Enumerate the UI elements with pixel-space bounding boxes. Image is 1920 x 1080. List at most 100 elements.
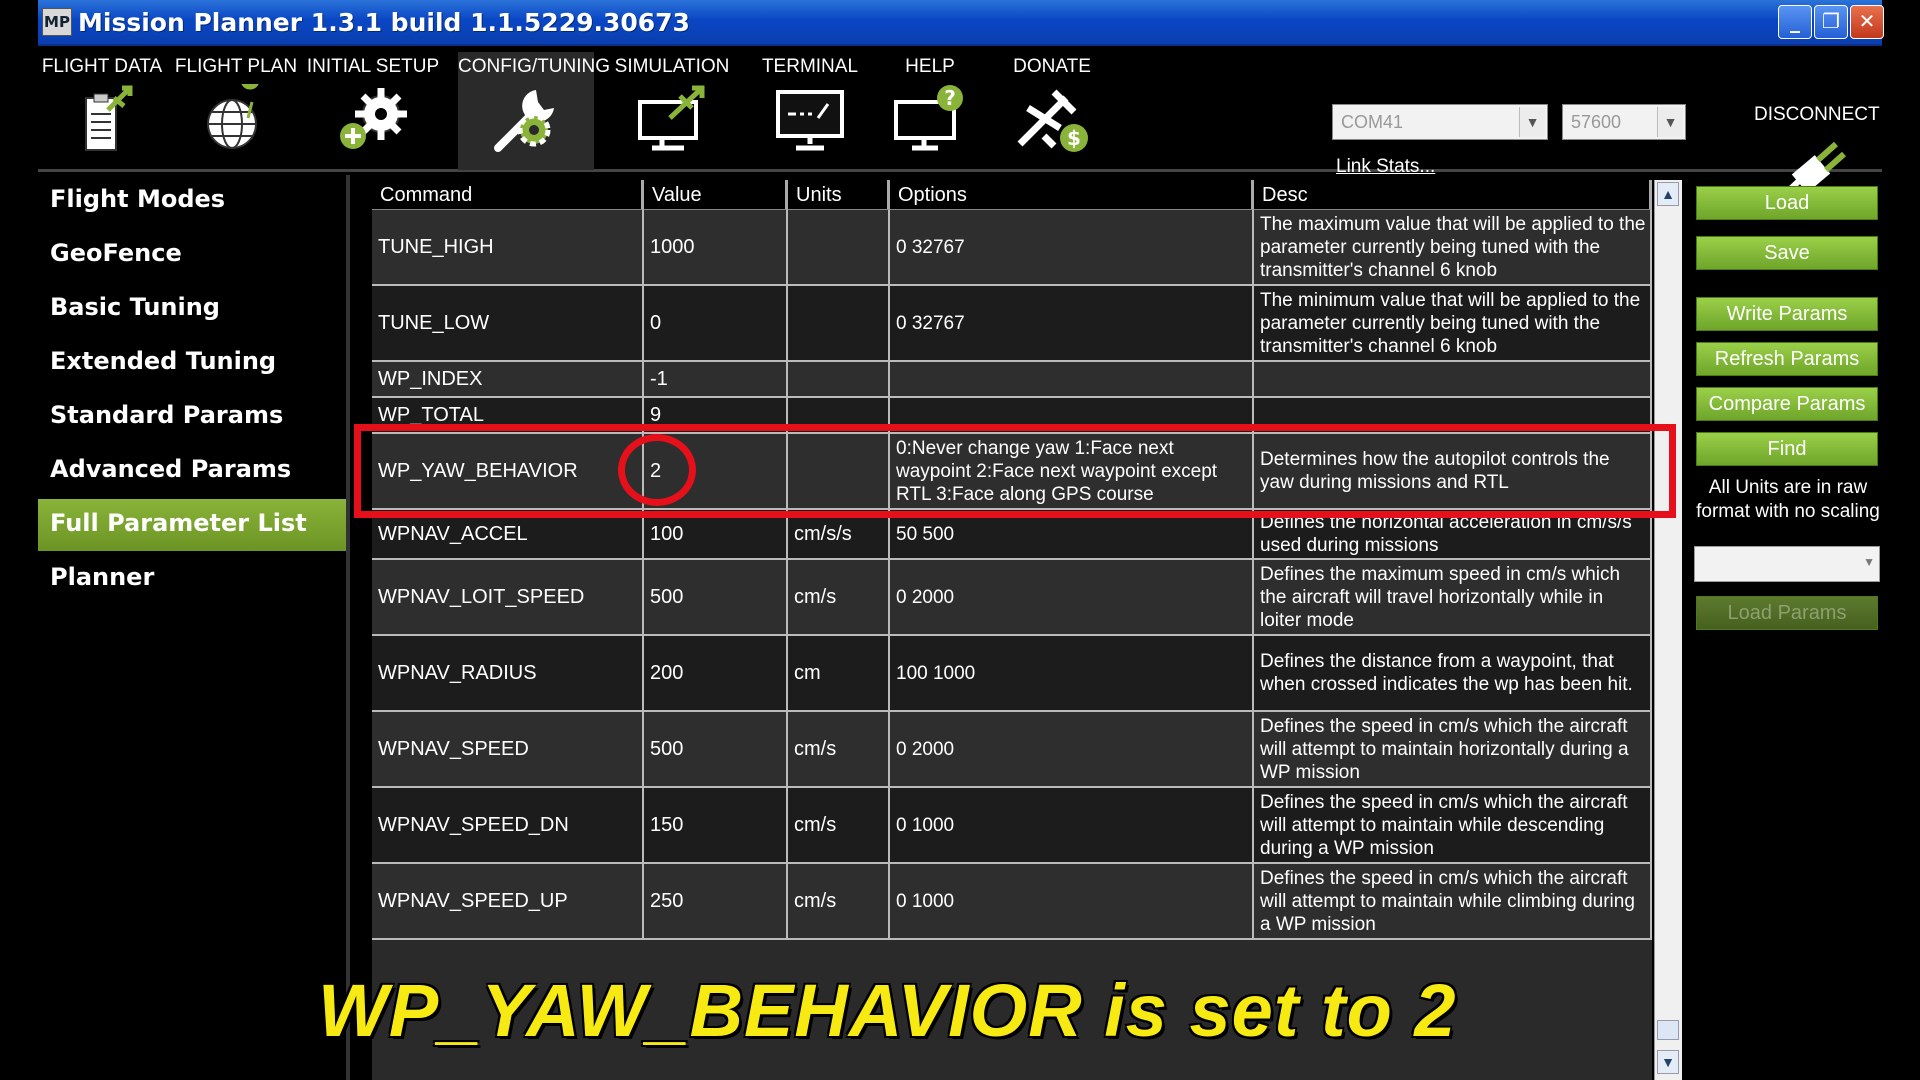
table-row[interactable]: TUNE_LOW 0 0 32767 The minimum value tha… (372, 286, 1652, 362)
monitor-plane-icon (638, 85, 705, 151)
sidebar-item-advanced-params[interactable]: Advanced Params (38, 445, 348, 497)
menu-flight-plan[interactable]: FLIGHT PLAN (174, 52, 298, 170)
menu-donate[interactable]: DONATE $ (990, 52, 1114, 170)
cell-value[interactable]: 0 (644, 286, 788, 360)
cell-value[interactable]: 9 (644, 398, 788, 432)
column-header-value[interactable]: Value (644, 180, 788, 210)
cell-desc: Defines the maximum speed in cm/s which … (1254, 560, 1652, 634)
cell-command: WPNAV_ACCEL (372, 510, 644, 558)
menu-help[interactable]: HELP ? (878, 52, 982, 170)
cell-command: TUNE_LOW (372, 286, 644, 360)
cell-options: 0 32767 (890, 286, 1254, 360)
write-params-button[interactable]: Write Params (1696, 297, 1878, 331)
svg-text:$: $ (1067, 126, 1081, 150)
cell-options: 0 1000 (890, 788, 1254, 862)
sidebar-item-planner[interactable]: Planner (38, 553, 348, 605)
scroll-thumb[interactable] (1657, 1020, 1679, 1040)
sidebar-item-full-parameter-list[interactable]: Full Parameter List (38, 499, 348, 551)
cell-units: cm/s (788, 864, 890, 938)
table-row[interactable]: WP_INDEX -1 (372, 362, 1652, 398)
cell-command: WP_TOTAL (372, 398, 644, 432)
disconnect-label[interactable]: DISCONNECT (1754, 104, 1880, 126)
column-header-desc[interactable]: Desc (1254, 180, 1652, 210)
sidebar-item-standard-params[interactable]: Standard Params (38, 391, 348, 443)
table-row[interactable]: WPNAV_ACCEL 100 cm/s/s 50 500 Defines th… (372, 510, 1652, 560)
sidebar-item-basic-tuning[interactable]: Basic Tuning (38, 283, 348, 335)
chevron-down-icon: ▼ (1863, 555, 1875, 569)
cell-value[interactable]: 500 (644, 712, 788, 786)
table-row-selected[interactable]: WP_YAW_BEHAVIOR 2 0:Never change yaw 1:F… (372, 434, 1652, 510)
compare-params-button[interactable]: Compare Params (1696, 387, 1878, 421)
find-button[interactable]: Find (1696, 432, 1878, 466)
cell-options: 0 32767 (890, 210, 1254, 284)
param-file-select[interactable]: ▼ (1694, 546, 1880, 582)
title-bar[interactable]: MP Mission Planner 1.3.1 build 1.1.5229.… (38, 0, 1884, 46)
cell-value[interactable]: 150 (644, 788, 788, 862)
menu-simulation[interactable]: SIMULATION (602, 52, 742, 170)
cell-desc: Defines the horizontal acceleration in c… (1254, 510, 1652, 558)
sidebar-item-extended-tuning[interactable]: Extended Tuning (38, 337, 348, 389)
cell-options: 0:Never change yaw 1:Face next waypoint … (890, 434, 1254, 508)
port-select[interactable]: COM41 ▼ (1332, 104, 1548, 140)
cell-value[interactable]: 250 (644, 864, 788, 938)
menu-label: FLIGHT DATA (41, 56, 163, 77)
menu-initial-setup[interactable]: INITIAL SETUP (306, 52, 440, 170)
table-scrollbar[interactable]: ▲ ▼ (1654, 180, 1682, 1080)
cell-value[interactable]: 2 (644, 434, 788, 508)
cell-units (788, 286, 890, 360)
baud-select[interactable]: 57600 ▼ (1562, 104, 1686, 140)
monitor-help-icon: ? (894, 85, 963, 151)
cell-desc: Defines the speed in cm/s which the airc… (1254, 864, 1652, 938)
column-header-units[interactable]: Units (788, 180, 890, 210)
sidebar-item-flight-modes[interactable]: Flight Modes (38, 175, 348, 227)
cell-value[interactable]: 1000 (644, 210, 788, 284)
cell-value[interactable]: 100 (644, 510, 788, 558)
port-value: COM41 (1341, 112, 1404, 132)
parameter-table[interactable]: Command Value Units Options Desc TUNE_HI… (372, 180, 1652, 1080)
monitor-terminal-icon (776, 90, 844, 151)
cell-value[interactable]: 200 (644, 636, 788, 710)
screen: MP Mission Planner 1.3.1 build 1.1.5229.… (0, 0, 1920, 1080)
table-row[interactable]: WPNAV_SPEED_DN 150 cm/s 0 1000 Defines t… (372, 788, 1652, 864)
menu-terminal[interactable]: TERMINAL (750, 52, 870, 170)
close-button[interactable]: ✕ (1850, 5, 1884, 39)
cell-desc: Defines the speed in cm/s which the airc… (1254, 788, 1652, 862)
cell-command: WPNAV_RADIUS (372, 636, 644, 710)
table-row[interactable]: WPNAV_SPEED 500 cm/s 0 2000 Defines the … (372, 712, 1652, 788)
maximize-button[interactable]: ❐ (1814, 5, 1848, 39)
refresh-params-button[interactable]: Refresh Params (1696, 342, 1878, 376)
menu-label: CONFIG/TUNING (458, 56, 610, 77)
save-button[interactable]: Save (1696, 236, 1878, 270)
window-title: Mission Planner 1.3.1 build 1.1.5229.306… (78, 8, 690, 37)
cell-options: 0 2000 (890, 712, 1254, 786)
table-row[interactable]: WPNAV_SPEED_UP 250 cm/s 0 1000 Defines t… (372, 864, 1652, 940)
sidebar-item-geofence[interactable]: GeoFence (38, 229, 348, 281)
cell-options: 50 500 (890, 510, 1254, 558)
cell-options (890, 362, 1254, 396)
column-header-options[interactable]: Options (890, 180, 1254, 210)
cell-options: 0 1000 (890, 864, 1254, 938)
column-header-command[interactable]: Command (372, 180, 644, 210)
cell-units: cm (788, 636, 890, 710)
scroll-down-icon[interactable]: ▼ (1657, 1050, 1679, 1074)
cell-command: WPNAV_SPEED_DN (372, 788, 644, 862)
cell-value[interactable]: -1 (644, 362, 788, 396)
menu-config-tuning[interactable]: CONFIG/TUNING (458, 52, 610, 170)
cell-command: WPNAV_SPEED_UP (372, 864, 644, 938)
menu-label: FLIGHT PLAN (174, 56, 298, 77)
link-stats-link[interactable]: Link Stats... (1336, 156, 1435, 178)
cell-options (890, 398, 1254, 432)
table-row[interactable]: WPNAV_RADIUS 200 cm 100 1000 Defines the… (372, 636, 1652, 712)
minimize-button[interactable]: _ (1778, 5, 1812, 39)
cell-command: WPNAV_LOIT_SPEED (372, 560, 644, 634)
load-button[interactable]: Load (1696, 186, 1878, 220)
sidebar-divider (346, 175, 350, 1080)
scroll-up-icon[interactable]: ▲ (1657, 182, 1679, 206)
table-row[interactable]: TUNE_HIGH 1000 0 32767 The maximum value… (372, 210, 1652, 286)
load-params-button[interactable]: Load Params (1696, 596, 1878, 630)
table-row[interactable]: WPNAV_LOIT_SPEED 500 cm/s 0 2000 Defines… (372, 560, 1652, 636)
cell-value[interactable]: 500 (644, 560, 788, 634)
cell-desc: Defines the distance from a waypoint, th… (1254, 636, 1652, 710)
table-row[interactable]: WP_TOTAL 9 (372, 398, 1652, 434)
menu-flight-data[interactable]: FLIGHT DATA (38, 52, 166, 170)
